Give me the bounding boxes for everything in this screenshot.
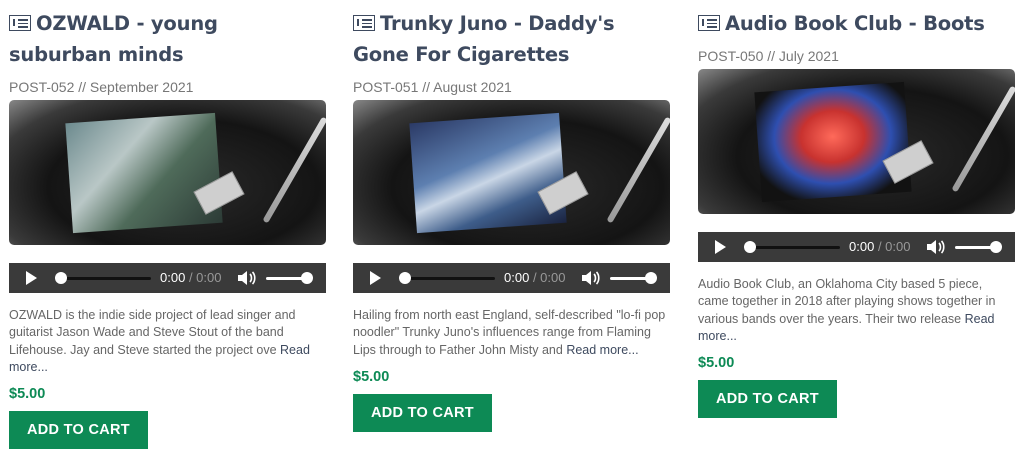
seek-bar[interactable] [55,277,151,280]
product-card: Trunky Juno - Daddy's Gone For Cigarette… [353,8,670,432]
product-title-text[interactable]: OZWALD - young suburban minds [9,12,218,66]
volume-icon[interactable] [237,270,257,286]
product-description: OZWALD is the indie side project of lead… [9,307,326,376]
description-text: Audio Book Club, an Oklahoma City based … [698,277,996,326]
volume-handle[interactable] [645,272,657,284]
product-description: Audio Book Club, an Oklahoma City based … [698,276,1015,345]
product-description: Hailing from north east England, self-de… [353,307,670,359]
time-display: 0:00 / 0:00 [849,239,911,254]
time-display: 0:00 / 0:00 [504,270,566,285]
seek-bar[interactable] [744,246,840,249]
seek-handle[interactable] [744,241,756,253]
play-icon[interactable] [26,271,37,285]
product-title[interactable]: Trunky Juno - Daddy's Gone For Cigarette… [353,8,670,70]
product-image[interactable] [353,100,670,245]
album-sleeve [409,112,567,234]
post-icon [9,15,31,31]
time-current: 0:00 [504,270,530,285]
play-icon[interactable] [715,240,726,254]
audio-player: 0:00 / 0:00 [698,232,1015,262]
read-more-link[interactable]: Read more... [566,343,638,357]
product-title-text[interactable]: Audio Book Club - Boots [725,12,985,35]
time-duration: 0:00 [196,270,222,285]
volume-icon[interactable] [581,270,601,286]
seek-bar[interactable] [399,277,495,280]
product-card: OZWALD - young suburban minds POST-052 /… [9,8,326,450]
seek-handle[interactable] [55,272,67,284]
audio-player: 0:00 / 0:00 [9,263,326,293]
audio-player: 0:00 / 0:00 [353,263,670,293]
time-duration: 0:00 [540,270,566,285]
album-sleeve [754,81,912,203]
product-price: $5.00 [353,368,390,385]
tonearm [262,116,326,224]
time-duration: 0:00 [885,239,911,254]
volume-handle[interactable] [990,241,1002,253]
volume-icon[interactable] [926,239,946,255]
add-to-cart-button[interactable]: ADD TO CART [698,380,837,419]
tonearm [951,85,1015,193]
time-display: 0:00 / 0:00 [160,270,222,285]
product-price: $5.00 [9,386,46,403]
post-meta: POST-051 // August 2021 [353,79,512,95]
album-sleeve [65,112,223,234]
play-icon[interactable] [370,271,381,285]
description-text: OZWALD is the indie side project of lead… [9,308,296,357]
time-current: 0:00 [160,270,186,285]
add-to-cart-button[interactable]: ADD TO CART [9,411,148,450]
add-to-cart-button[interactable]: ADD TO CART [353,393,492,432]
product-image[interactable] [698,69,1015,214]
product-title[interactable]: Audio Book Club - Boots [698,8,1015,39]
product-price: $5.00 [698,355,735,372]
product-title[interactable]: OZWALD - young suburban minds [9,8,326,70]
post-icon [353,15,375,31]
post-meta: POST-050 // July 2021 [698,48,839,64]
post-icon [698,15,720,31]
product-card: Audio Book Club - Boots POST-050 // July… [698,8,1015,419]
tonearm [606,116,670,224]
product-image[interactable] [9,100,326,245]
volume-handle[interactable] [301,272,313,284]
time-current: 0:00 [849,239,875,254]
product-title-text[interactable]: Trunky Juno - Daddy's Gone For Cigarette… [353,12,615,66]
seek-handle[interactable] [399,272,411,284]
post-meta: POST-052 // September 2021 [9,79,194,95]
